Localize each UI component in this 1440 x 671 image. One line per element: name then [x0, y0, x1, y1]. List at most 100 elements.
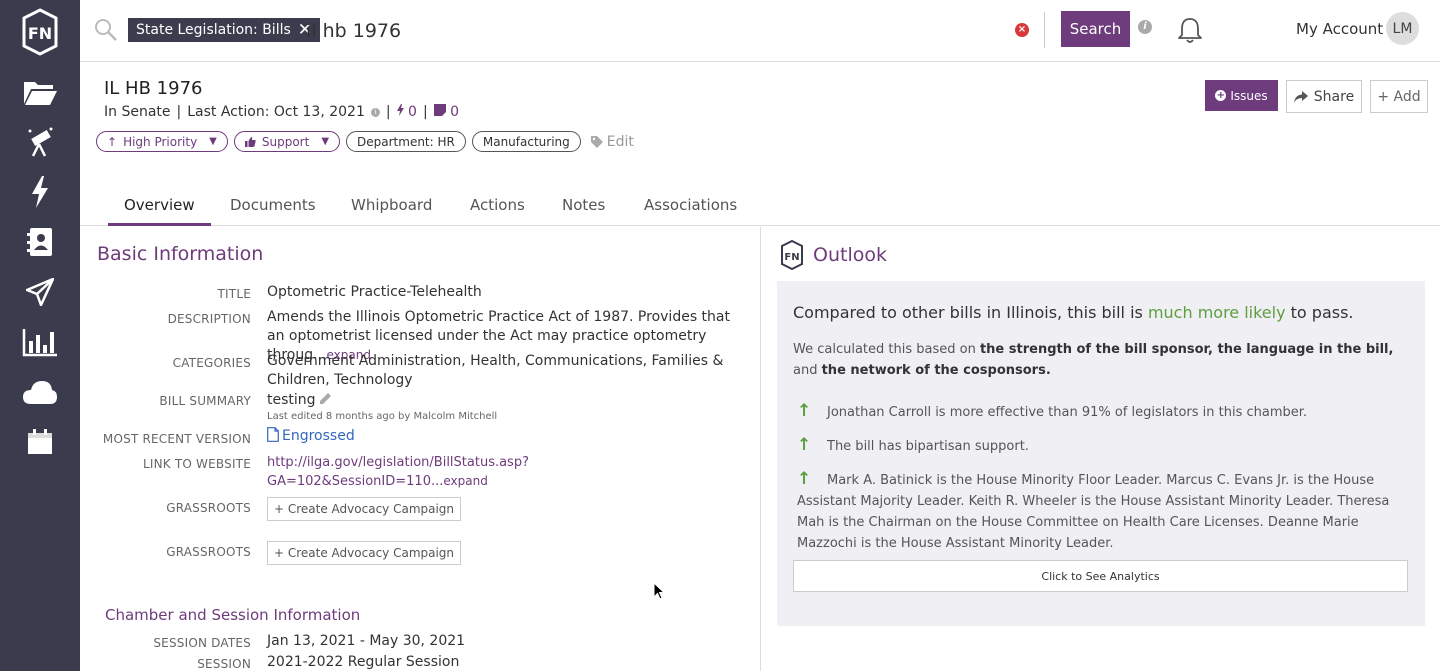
panel-divider — [760, 227, 761, 671]
arrow-up-icon: ↑ — [797, 469, 812, 489]
search-filter-chip: State Legislation: Bills ✕ — [128, 18, 321, 42]
session-dates-value: Jan 13, 2021 - May 30, 2021 — [267, 633, 466, 649]
issues-label: Issues — [1230, 88, 1268, 103]
bill-meta: In Senate | Last Action: Oct 13, 2021 i … — [104, 104, 459, 120]
tab-notes[interactable]: Notes — [562, 196, 605, 226]
grassroots-label: GRASSROOTS — [166, 501, 251, 515]
last-action: Last Action: Oct 13, 2021 — [187, 104, 365, 120]
basic-information-panel: Basic Information TITLE Optometric Pract… — [80, 227, 760, 671]
info-icon[interactable]: i — [370, 107, 380, 117]
position-dropdown[interactable]: Support ▼ — [233, 131, 341, 152]
title-value: Optometric Practice-Telehealth — [267, 284, 482, 300]
add-button[interactable]: + Add — [1370, 80, 1428, 113]
bell-icon[interactable] — [1176, 16, 1204, 44]
document-icon — [267, 427, 279, 442]
tab-bar: Overview Documents Whipboard Actions Not… — [80, 190, 1440, 226]
description-label: DESCRIPTION — [167, 312, 251, 326]
bar-chart-icon[interactable] — [22, 326, 58, 358]
folder-icon[interactable] — [22, 76, 58, 108]
search-input[interactable] — [306, 16, 1006, 46]
share-icon — [1293, 90, 1308, 103]
reason-text: The bill has bipartisan support. — [827, 439, 1029, 454]
caret-down-icon: ▼ — [209, 136, 217, 147]
telescope-icon[interactable] — [22, 126, 58, 158]
lightning-icon[interactable] — [22, 176, 58, 208]
meta-separator: | — [422, 104, 428, 120]
edit-tags-button[interactable]: Edit — [590, 133, 634, 150]
calendar-icon[interactable] — [22, 426, 58, 458]
avatar[interactable]: LM — [1386, 12, 1419, 45]
create-advocacy-campaign-button[interactable]: + Create Advocacy Campaign — [267, 497, 462, 521]
calc-mid: and — [793, 363, 822, 378]
edit-tags-label: Edit — [606, 133, 634, 150]
meta-separator: | — [385, 104, 391, 120]
clear-search-icon[interactable]: × — [1015, 23, 1029, 37]
tab-overview[interactable]: Overview — [108, 196, 211, 226]
share-label: Share — [1313, 88, 1355, 105]
cloud-icon[interactable] — [22, 376, 58, 408]
caret-down-icon: ▼ — [321, 136, 330, 147]
tag-icon — [590, 135, 603, 148]
tab-whipboard[interactable]: Whipboard — [351, 196, 432, 226]
contact-book-icon[interactable] — [22, 226, 58, 258]
notes-count-value: 0 — [450, 104, 460, 120]
outlook-title: Outlook — [813, 244, 887, 266]
svg-text:FN: FN — [784, 252, 799, 263]
sidebar: FN — [0, 0, 80, 671]
calc-network: the network of the cosponsors. — [821, 363, 1051, 378]
fiscalnote-logo[interactable]: FN — [20, 8, 60, 56]
recent-version-label: MOST RECENT VERSION — [102, 432, 251, 446]
notes-count[interactable]: 0 — [433, 104, 460, 120]
bill-summary-label: BILL SUMMARY — [159, 394, 251, 408]
session-dates-label: SESSION DATES — [153, 636, 251, 650]
categories-value: Government Administration, Health, Commu… — [267, 353, 724, 388]
outlook-likelihood: much more likely — [1147, 303, 1286, 322]
position-label: Support — [261, 134, 310, 149]
website-expand-link[interactable]: expand — [443, 474, 487, 488]
website-value: http://ilga.gov/legislation/BillStatus.a… — [267, 453, 742, 491]
top-bar: State Legislation: Bills ✕ × Search i My… — [80, 0, 1440, 62]
bill-status: In Senate — [104, 104, 171, 120]
issues-button[interactable]: + Issues — [1205, 80, 1278, 111]
recent-version-value: Engrossed — [267, 427, 742, 446]
calc-pre: We calculated this based on — [793, 342, 980, 357]
session-value: 2021-2022 Regular Session — [267, 654, 460, 670]
website-link[interactable]: http://ilga.gov/legislation/BillStatus.a… — [267, 455, 529, 489]
calc-factors: the strength of the bill sponsor, the la… — [979, 342, 1394, 357]
website-label: LINK TO WEBSITE — [142, 457, 251, 471]
create-advocacy-campaign-button[interactable]: + Create Advocacy Campaign — [267, 541, 462, 565]
outlook-header: FN Outlook — [781, 240, 887, 270]
tab-documents[interactable]: Documents — [230, 196, 316, 226]
bill-summary-value: testing Last edited 8 months ago by Malc… — [267, 391, 742, 423]
tab-actions[interactable]: Actions — [470, 196, 525, 226]
priority-label: High Priority — [123, 134, 198, 149]
priority-dropdown[interactable]: ↑ High Priority ▼ — [96, 131, 228, 152]
search-icon[interactable] — [94, 18, 118, 42]
basic-information-title: Basic Information — [97, 243, 264, 265]
actions-count[interactable]: 0 — [396, 104, 417, 120]
recent-version-link[interactable]: Engrossed — [282, 428, 355, 444]
title-label: TITLE — [217, 287, 251, 301]
tab-associations[interactable]: Associations — [644, 196, 737, 226]
search-filter-label: State Legislation: Bills — [136, 22, 291, 38]
grassroots-label: GRASSROOTS — [166, 545, 251, 559]
arrow-up-icon: ↑ — [797, 435, 812, 455]
share-button[interactable]: Share — [1286, 80, 1362, 113]
mouse-cursor-icon — [653, 582, 665, 600]
note-icon — [433, 104, 446, 116]
bill-summary-text: testing — [267, 392, 316, 408]
arrow-up-icon: ↑ — [107, 134, 118, 149]
my-account-link[interactable]: My Account — [1296, 20, 1383, 38]
industry-tag[interactable]: Manufacturing — [471, 131, 581, 152]
lightning-icon — [396, 104, 404, 116]
info-icon[interactable]: i — [1138, 20, 1152, 34]
pencil-icon[interactable] — [320, 393, 331, 404]
see-analytics-button[interactable]: Click to See Analytics — [793, 560, 1408, 592]
paper-plane-icon[interactable] — [22, 276, 58, 308]
outlook-headline: Compared to other bills in Illinois, thi… — [793, 303, 1354, 322]
department-tag[interactable]: Department: HR — [346, 131, 466, 152]
reason-text: Jonathan Carroll is more effective than … — [827, 405, 1308, 420]
search-button[interactable]: Search — [1061, 11, 1130, 47]
outlook-reason: ↑ The bill has bipartisan support. — [797, 435, 1397, 457]
outlook-headline-pre: Compared to other bills in Illinois, thi… — [793, 303, 1148, 322]
